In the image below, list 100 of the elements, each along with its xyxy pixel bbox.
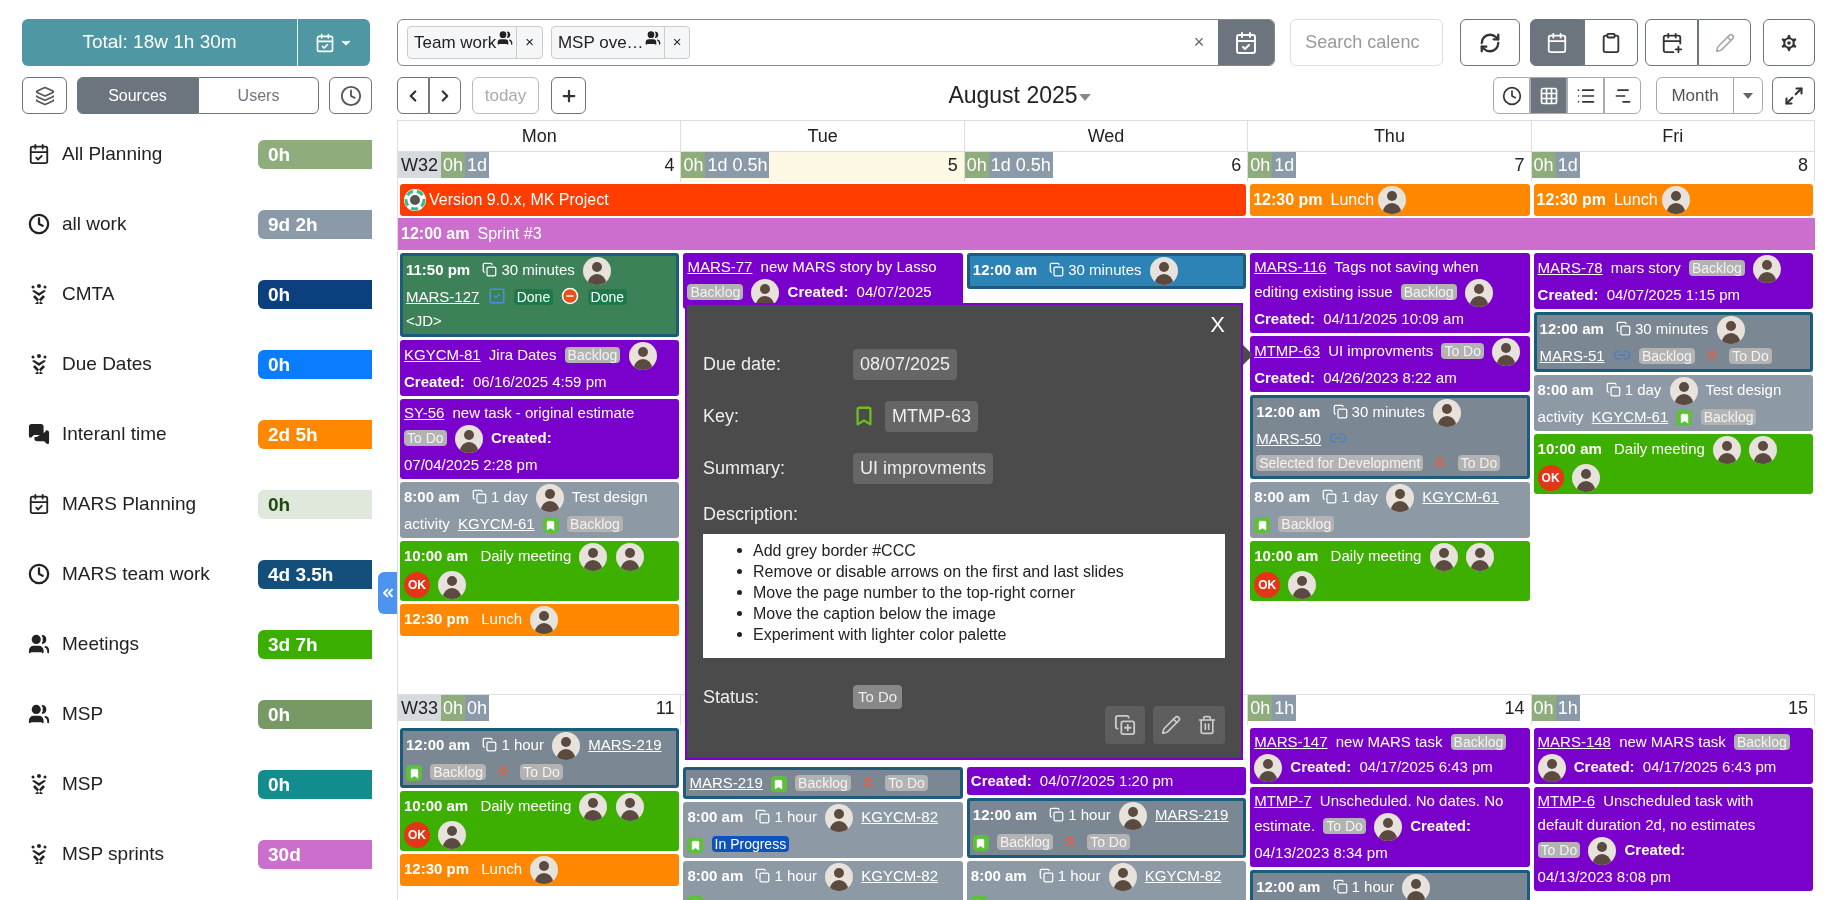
event-bar[interactable]: Version 9.0.x, MK Project: [400, 184, 1247, 216]
event-card[interactable]: 8:00 am 1 hour KGYCM-82 In Progress: [683, 802, 963, 858]
event-card[interactable]: 10:00 am Daily meeting OK: [1533, 434, 1813, 494]
event-text: 04/07/2025: [856, 282, 932, 300]
status-tag: Backlog: [795, 775, 851, 791]
event-card[interactable]: MARS-78 mars story Backlog Created: 04/07/2025 1:15 pm: [1533, 253, 1813, 309]
event-card[interactable]: MARS-116 Tags not saving when editing existing issue Backlog Created: 04/11/2025 10:09 am: [1250, 253, 1530, 333]
source-item[interactable]: MSP 0h: [22, 749, 372, 819]
view-mode-button[interactable]: [1493, 77, 1530, 114]
event-card[interactable]: MARS-148 new MARS task Backlog Created: 04/17/2025 6:43 pm: [1533, 728, 1813, 784]
issue-link[interactable]: MTMP-63: [1254, 341, 1321, 359]
chat-icon: [28, 423, 50, 445]
close-button[interactable]: X: [1210, 308, 1225, 341]
collapse-handle[interactable]: [378, 572, 398, 614]
issue-link[interactable]: MARS-147: [1254, 733, 1328, 750]
issue-link[interactable]: MARS-50: [1256, 430, 1322, 447]
event-card[interactable]: MTMP-7 Unscheduled. No dates. No estimate. To Do Created: 04/13/2023 8:34 pm: [1250, 787, 1530, 867]
field-label: Status:: [703, 685, 761, 709]
total-button[interactable]: Total: 18w 1h 30m: [22, 19, 298, 66]
event-text: Unscheduled. No dates. No: [1319, 792, 1504, 809]
sidebar-tab[interactable]: Sources: [77, 77, 198, 114]
event-card[interactable]: 11:50 pm 30 minutes MARS-127 Done Done <JD>: [400, 253, 680, 337]
issue-link[interactable]: MARS-219: [588, 735, 662, 753]
search-field[interactable]: Search calenc: [1290, 19, 1444, 66]
add-event-button[interactable]: [1645, 19, 1699, 66]
clock-button[interactable]: [329, 77, 372, 114]
status-tag: Backlog: [996, 834, 1053, 850]
filter-field[interactable]: Team work × MSP ove… × ×: [397, 19, 1276, 66]
event-time: 8:00 am: [1537, 380, 1594, 398]
avatar: [1537, 754, 1566, 782]
issue-link[interactable]: MARS-148: [1537, 733, 1611, 750]
event-text: activity: [404, 515, 450, 532]
event-text: 04/07/2025 1:15 pm: [1606, 286, 1741, 303]
event-card[interactable]: MTMP-63 UI improvments To Do Created: 04/26/2023 8:22 am: [1250, 336, 1530, 392]
add-button[interactable]: [551, 77, 586, 114]
issue-link[interactable]: KGYCM-81: [404, 345, 481, 363]
issue-link[interactable]: MARS-51: [1539, 347, 1605, 364]
issue-link[interactable]: MARS-127: [406, 288, 480, 305]
event-text: Test design: [571, 487, 648, 505]
event-text: Daily meeting: [1330, 546, 1422, 564]
event-text: Daily meeting: [480, 546, 572, 564]
issue-link[interactable]: MARS-78: [1537, 258, 1603, 276]
source-item[interactable]: all work 9d 2h: [22, 189, 372, 259]
source-item[interactable]: MSP 0h: [22, 679, 372, 749]
view-button[interactable]: [1584, 19, 1639, 66]
event-card[interactable]: MARS-219 Backlog To Do: [683, 767, 963, 799]
event-card[interactable]: SY-56 new task - original estimate To Do Created: 07/04/2025 2:28 pm: [400, 399, 680, 479]
event-card[interactable]: 12:00 am 30 minutes: [966, 253, 1247, 289]
source-item[interactable]: MARS Planning 0h: [22, 469, 372, 539]
sidebar-tab[interactable]: Users: [198, 77, 319, 114]
clone-button[interactable]: [1105, 706, 1145, 744]
source-item[interactable]: MSP sprints 30d: [22, 819, 372, 889]
view-mode-button[interactable]: [1567, 77, 1604, 114]
calendar-check-button[interactable]: [1218, 20, 1275, 65]
source-item[interactable]: Due Dates 0h: [22, 329, 372, 399]
source-item[interactable]: Meetings 3d 7h: [22, 609, 372, 679]
status-tag: Backlog: [1734, 734, 1790, 750]
issue-link[interactable]: MTMP-6: [1537, 792, 1596, 809]
remove-chip-button[interactable]: ×: [663, 27, 690, 58]
edit-button[interactable]: [1698, 19, 1752, 66]
issue-link[interactable]: MTMP-7: [1254, 792, 1312, 809]
event-text: Test design: [1705, 380, 1782, 398]
event-card[interactable]: 12:00 am 1 hour MARS-219 Backlog To Do: [966, 798, 1247, 858]
created-label: Created:: [490, 428, 552, 446]
event-card[interactable]: 12:00 am 30 minutes MARS-51 Backlog To Do: [1533, 312, 1813, 372]
event-text: estimate.: [1254, 816, 1316, 834]
source-item[interactable]: Interanl time 2d 5h: [22, 399, 372, 469]
issue-link[interactable]: MARS-219: [1155, 805, 1229, 823]
event-card[interactable]: Created: 04/07/2025 1:20 pm: [966, 767, 1247, 795]
issue-link[interactable]: MARS-77: [687, 258, 753, 275]
event-card[interactable]: 10:00 am Daily meeting OK: [1250, 541, 1530, 601]
event-card[interactable]: 12:00 am 1 hour MARS-219 Backlog To Do: [400, 728, 680, 788]
event-card[interactable]: MTMP-6 Unscheduled task with default duration 2d, no estimates To Do Created: 04/13/2023 8:08 pm: [1533, 787, 1813, 891]
event-card[interactable]: 10:00 am Daily meeting OK: [400, 791, 680, 851]
event-time: 8:00 am: [404, 487, 460, 505]
source-item[interactable]: MARS team work 4d 3.5h: [22, 539, 372, 609]
event-card[interactable]: 10:00 am Daily meeting OK: [400, 541, 680, 601]
clear-button[interactable]: ×: [1193, 29, 1205, 56]
avatar: [1288, 571, 1317, 599]
next-button[interactable]: [429, 77, 461, 114]
event-bar[interactable]: 12:00 am Sprint #3: [398, 218, 1815, 250]
issue-link[interactable]: SY-56: [404, 404, 445, 421]
source-item[interactable]: CMTA 0h: [22, 259, 372, 329]
issue-link[interactable]: MARS-116: [1254, 258, 1327, 275]
source-name: MSP: [62, 771, 105, 796]
source-item[interactable]: All Planning 0h: [22, 119, 372, 189]
previous-button[interactable]: [397, 77, 429, 114]
view-mode-button[interactable]: [1604, 77, 1641, 114]
event-card[interactable]: 12:00 am 30 minutes MARS-50 Selected for Development To Do: [1250, 395, 1530, 479]
select-all-button[interactable]: [22, 77, 67, 114]
refresh-button[interactable]: [1460, 19, 1521, 66]
remove-chip-button[interactable]: ×: [516, 27, 542, 58]
event-time: 12:00 am: [1256, 402, 1321, 420]
month-title[interactable]: August 2025: [948, 78, 1078, 113]
issue-link[interactable]: MARS-219: [689, 774, 763, 791]
settings-button[interactable]: [1763, 19, 1815, 66]
event-card[interactable]: 12:00 am 1 hour: [1250, 870, 1530, 900]
event-card[interactable]: MARS-147 new MARS task Backlog Created: 04/17/2025 6:43 pm: [1250, 728, 1530, 784]
source-menu-button[interactable]: [298, 19, 370, 66]
fullscreen-button[interactable]: [1772, 77, 1815, 114]
